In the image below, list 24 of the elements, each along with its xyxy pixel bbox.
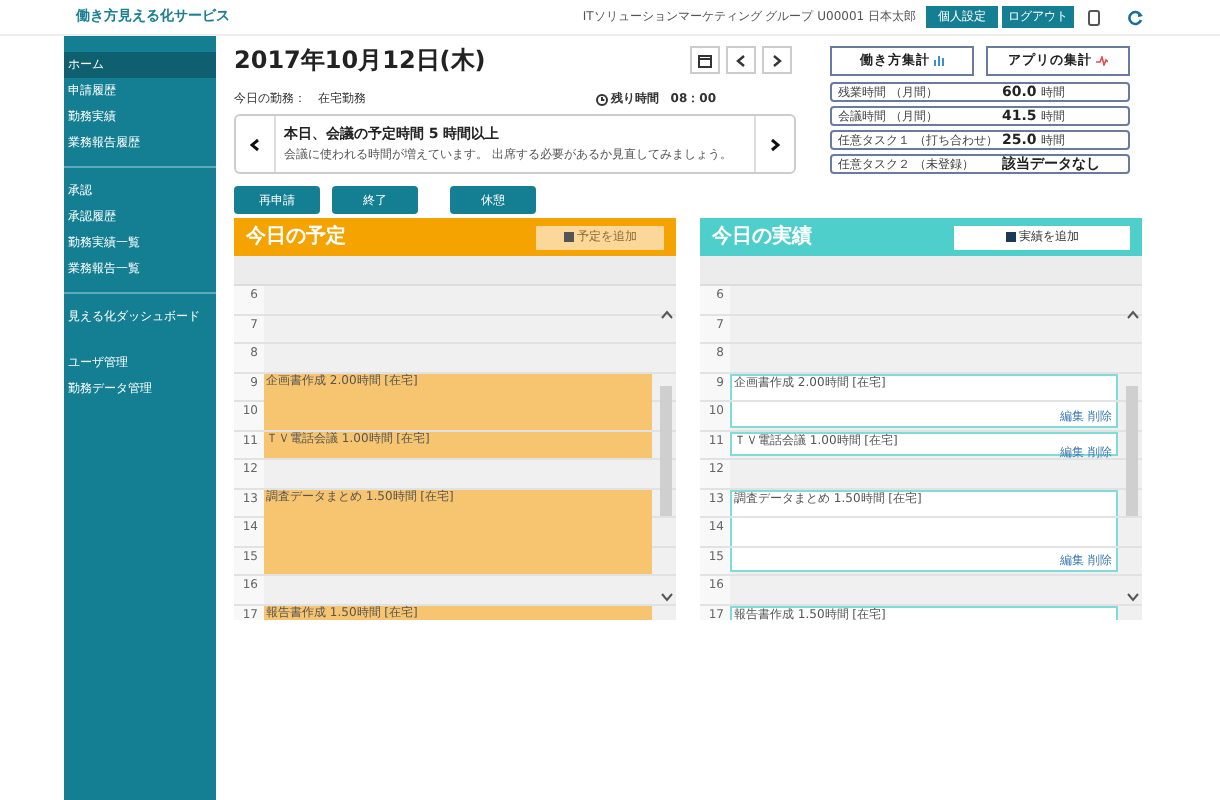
chevron-left-icon <box>736 53 746 67</box>
panel-title: 今日の実績 <box>712 222 812 252</box>
chevron-right-icon <box>772 53 782 67</box>
chevron-left-icon <box>250 137 260 151</box>
scroll-down-icon[interactable] <box>1126 592 1140 602</box>
phone-icon[interactable] <box>1088 9 1100 25</box>
bar-chart-icon <box>934 56 944 66</box>
date-heading: 2017年10月12日(木) <box>234 44 486 78</box>
scrollbar[interactable] <box>660 386 672 516</box>
scroll-up-icon[interactable] <box>1126 310 1140 320</box>
plus-icon <box>1005 232 1015 242</box>
refresh-icon[interactable] <box>1128 9 1144 25</box>
pulse-icon <box>1096 56 1108 66</box>
previous-day-button[interactable] <box>726 46 756 74</box>
scroll-down-icon[interactable] <box>660 592 674 602</box>
panel-title: 今日の予定 <box>246 222 346 252</box>
calendar-icon <box>698 53 712 67</box>
clock-icon <box>596 93 609 105</box>
plus-icon <box>563 232 573 242</box>
scrollbar[interactable] <box>1126 386 1138 516</box>
chevron-right-icon <box>770 137 780 151</box>
scroll-up-icon[interactable] <box>660 310 674 320</box>
calendar-button[interactable] <box>690 46 720 74</box>
next-day-button[interactable] <box>762 46 792 74</box>
